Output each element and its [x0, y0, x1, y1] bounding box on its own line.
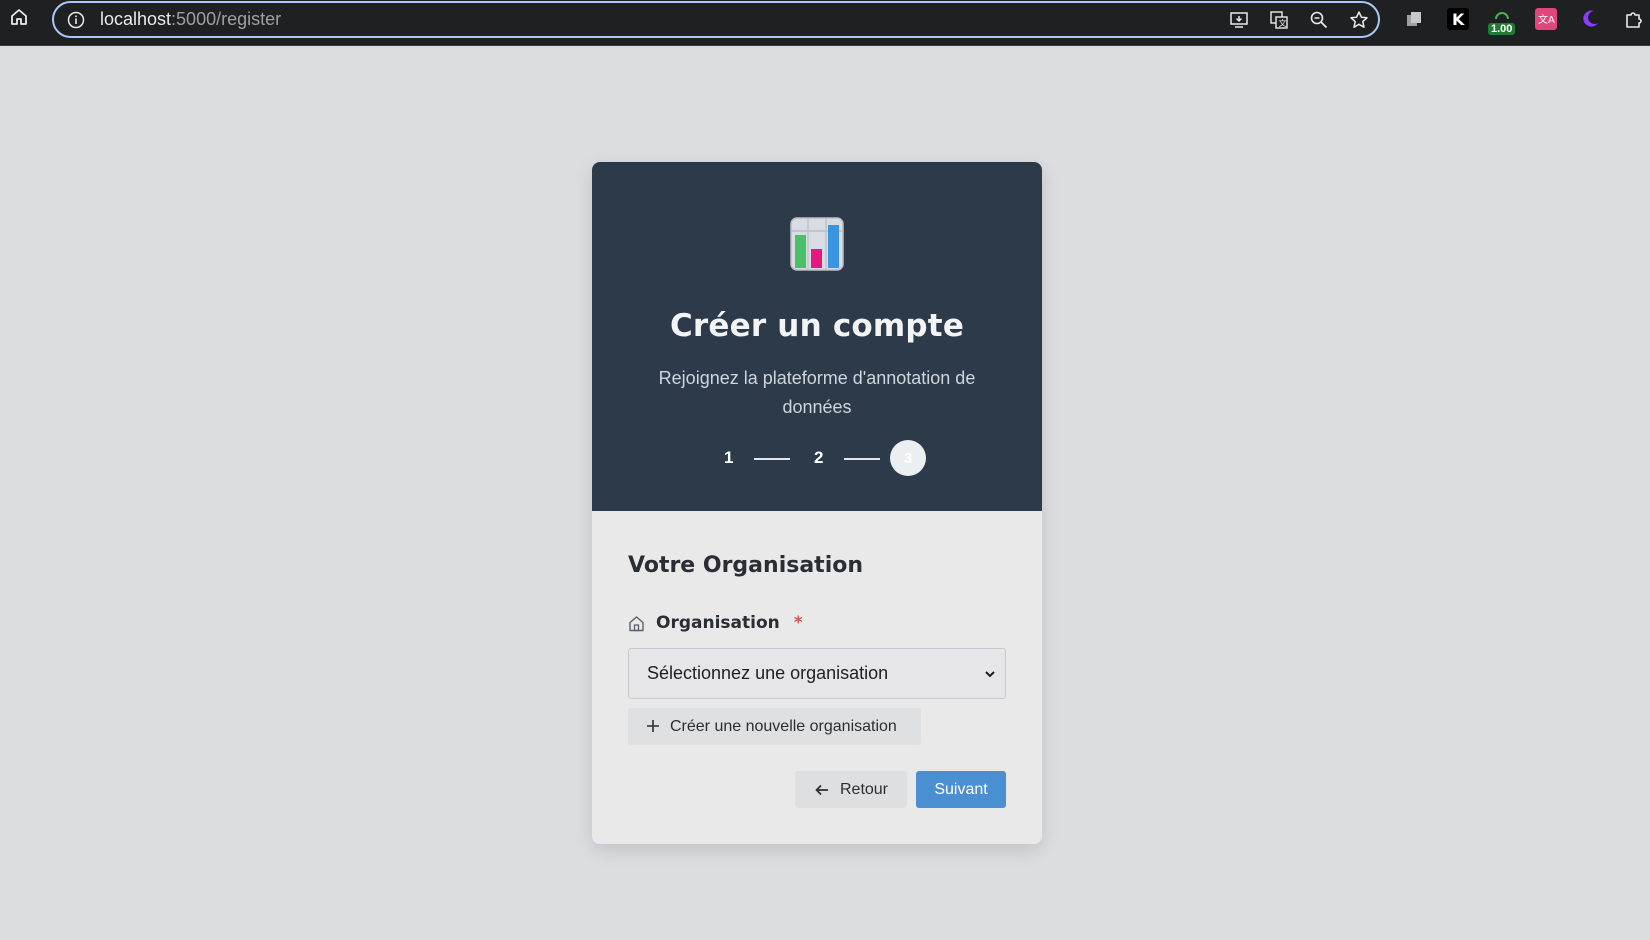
extensions-puzzle-icon[interactable] [1612, 5, 1650, 33]
step-1: 1 [724, 448, 734, 467]
create-organisation-button[interactable]: Créer une nouvelle organisation [628, 708, 921, 745]
chevron-down-icon [983, 665, 997, 679]
next-button[interactable]: Suivant [916, 771, 1006, 808]
extension-darkmode-icon[interactable] [1568, 5, 1612, 33]
app-logo-chart-icon [790, 217, 844, 271]
create-organisation-label: Créer une nouvelle organisation [670, 717, 897, 735]
browser-toolbar: localhost:5000/register 文 K 1.00 文A [0, 0, 1650, 46]
section-title: Votre Organisation [628, 553, 864, 578]
site-info-icon[interactable] [66, 10, 86, 30]
card-body: Votre Organisation Organisation * Sélect… [592, 511, 1042, 844]
organisation-label: Organisation * [628, 613, 803, 633]
organisation-select-value: Sélectionnez une organisation [647, 663, 889, 683]
register-card: Créer un compte Rejoignez la plateforme … [592, 162, 1042, 844]
extension-badge: 1.00 [1488, 23, 1516, 35]
extension-translate-icon[interactable]: 文A [1524, 5, 1568, 33]
required-marker: * [793, 613, 803, 633]
step-connector [844, 458, 880, 460]
url-host: localhost [100, 9, 172, 29]
extension-copy-icon[interactable] [1392, 5, 1436, 33]
step-2: 2 [814, 448, 824, 467]
svg-text:文A: 文A [1538, 13, 1555, 26]
extension-k-icon[interactable]: K [1436, 5, 1480, 33]
back-button[interactable]: Retour [795, 771, 907, 808]
step-indicator: 1 2 3 [592, 440, 1042, 476]
organisation-select[interactable]: Sélectionnez une organisation [628, 648, 1006, 699]
bookmark-star-icon[interactable] [1348, 9, 1370, 31]
install-app-icon[interactable] [1228, 9, 1250, 31]
url-text: localhost:5000/register [100, 9, 281, 30]
step-3-current: 3 [890, 440, 926, 476]
page-title: Créer un compte [669, 308, 965, 344]
organisation-label-text: Organisation [656, 613, 780, 633]
plus-icon [646, 717, 660, 737]
building-icon [628, 614, 646, 632]
step-connector [754, 458, 790, 460]
address-bar[interactable]: localhost:5000/register 文 [52, 1, 1380, 38]
translate-icon[interactable]: 文 [1268, 9, 1290, 31]
home-icon[interactable] [8, 6, 30, 28]
zoom-icon[interactable] [1308, 9, 1330, 31]
svg-text:文: 文 [1279, 18, 1287, 28]
page-subtitle: Rejoignez la plateforme d'annotation de … [658, 368, 976, 417]
back-button-label: Retour [839, 780, 889, 798]
card-header: Créer un compte Rejoignez la plateforme … [592, 162, 1042, 511]
arrow-left-icon [814, 782, 830, 798]
url-path: :5000/register [171, 9, 282, 29]
next-button-label: Suivant [934, 780, 988, 798]
svg-text:K: K [1452, 10, 1465, 29]
extension-counter-icon[interactable]: 1.00 [1480, 5, 1524, 35]
